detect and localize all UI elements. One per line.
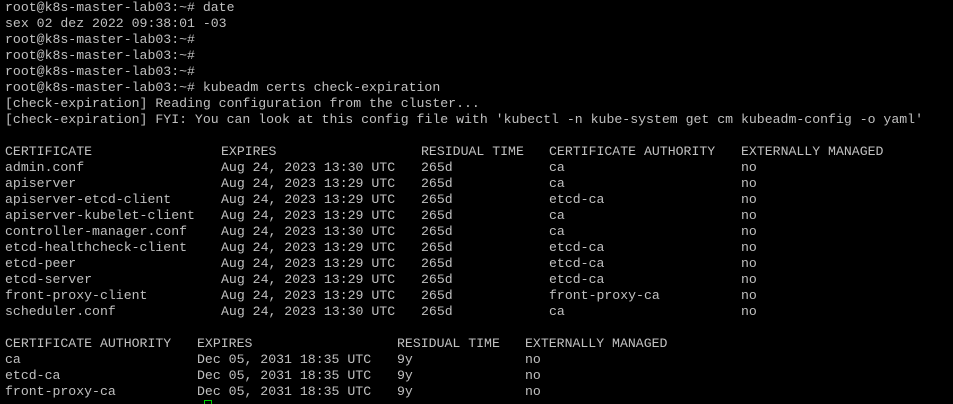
certificates-table-cell: no xyxy=(741,176,757,191)
authorities-table-cell: Dec 05, 2031 18:35 UTC xyxy=(197,384,372,399)
table-row: apiserver-etcd-client Aug 24, 2023 13:29 … xyxy=(0,192,953,208)
table-row: apiserver Aug 24, 2023 13:29 UTC 265d ca no xyxy=(0,176,953,192)
certificates-table-cell: CERTIFICATE AUTHORITY xyxy=(549,144,716,159)
table-row: front-proxy-client Aug 24, 2023 13:29 UTC… xyxy=(0,288,953,304)
certificates-table-cell: etcd-healthcheck-client xyxy=(5,240,188,255)
certificates-table-cell: EXPIRES xyxy=(221,144,277,159)
authorities-table-cell: 9y xyxy=(397,384,413,399)
certificates-table-cell: etcd-ca xyxy=(549,272,605,287)
certificates-table-cell: admin.conf xyxy=(5,160,85,175)
certificates-table-cell: Aug 24, 2023 13:29 UTC xyxy=(221,176,396,191)
certificates-table-cell: etcd-server xyxy=(5,272,93,287)
authorities-table-cell: EXTERNALLY MANAGED xyxy=(525,336,668,351)
table-row: controller-manager.conf Aug 24, 2023 13:3… xyxy=(0,224,953,240)
certificates-table-cell: etcd-ca xyxy=(549,192,605,207)
certificates-table-cell: Aug 24, 2023 13:29 UTC xyxy=(221,256,396,271)
certificates-table-cell: apiserver-etcd-client xyxy=(5,192,172,207)
certificates-table-cell: RESIDUAL TIME xyxy=(421,144,524,159)
terminal-window[interactable]: root@k8s-master-lab03:~# date sex 02 dez… xyxy=(0,0,953,404)
certificates-table-cell: no xyxy=(741,288,757,303)
certificates-table-cell: controller-manager.conf xyxy=(5,224,188,239)
certificates-table-cell: front-proxy-ca xyxy=(549,288,660,303)
certificates-table-cell: apiserver xyxy=(5,176,77,191)
certificates-table-cell: Aug 24, 2023 13:30 UTC xyxy=(221,304,396,319)
certificates-table-cell: Aug 24, 2023 13:29 UTC xyxy=(221,288,396,303)
certificates-table-cell: Aug 24, 2023 13:29 UTC xyxy=(221,240,396,255)
certificates-table-cell: front-proxy-client xyxy=(5,288,148,303)
certificates-table-cell: ca xyxy=(549,208,565,223)
table-row: etcd-healthcheck-client Aug 24, 2023 13:2… xyxy=(0,240,953,256)
certificates-table-cell: Aug 24, 2023 13:29 UTC xyxy=(221,192,396,207)
certificates-table-cell: 265d xyxy=(421,240,453,255)
certificates-table-cell: etcd-peer xyxy=(5,256,77,271)
certificates-table-cell: no xyxy=(741,272,757,287)
certificates-table-cell: scheduler.conf xyxy=(5,304,116,319)
terminal-line-prompt: root@k8s-master-lab03:~# xyxy=(5,64,195,79)
certificates-table-cell: no xyxy=(741,304,757,319)
certificates-table-cell: apiserver-kubelet-client xyxy=(5,208,195,223)
terminal-line-info: [check-expiration] Reading configuration… xyxy=(5,96,480,111)
certificates-table-cell: 265d xyxy=(421,272,453,287)
table-row: admin.conf Aug 24, 2023 13:30 UTC 265d ca no xyxy=(0,160,953,176)
table-row: apiserver-kubelet-client Aug 24, 2023 13:… xyxy=(0,208,953,224)
certificates-table-cell: no xyxy=(741,208,757,223)
certificates-table-cell: ca xyxy=(549,304,565,319)
certificates-table-cell: ca xyxy=(549,160,565,175)
authorities-table-header-row: CERTIFICATE AUTHORITY EXPIRES RESIDUAL TIM… xyxy=(0,336,953,352)
certificates-table-cell: 265d xyxy=(421,192,453,207)
certificates-table-cell: EXTERNALLY MANAGED xyxy=(741,144,884,159)
certificates-table-cell: ca xyxy=(549,224,565,239)
table-row: scheduler.conf Aug 24, 2023 13:30 UTC 265d… xyxy=(0,304,953,320)
authorities-table-cell: Dec 05, 2031 18:35 UTC xyxy=(197,352,372,367)
certificates-table-cell: no xyxy=(741,160,757,175)
certificates-table-cell: 265d xyxy=(421,256,453,271)
certificates-table-cell: no xyxy=(741,240,757,255)
terminal-cursor xyxy=(204,400,212,404)
table-row: ca Dec 05, 2031 18:35 UTC 9y no xyxy=(0,352,953,368)
authorities-table-cell: ca xyxy=(5,352,21,367)
authorities-table-cell: no xyxy=(525,352,541,367)
authorities-table-cell: RESIDUAL TIME xyxy=(397,336,500,351)
authorities-table-cell: front-proxy-ca xyxy=(5,384,116,399)
certificates-table-cell: 265d xyxy=(421,224,453,239)
terminal-line-prompt-kubeadm: root@k8s-master-lab03:~# kubeadm certs c… xyxy=(5,80,441,95)
table-row: front-proxy-ca Dec 05, 2031 18:35 UTC 9y no xyxy=(0,384,953,400)
certificates-table-cell: etcd-ca xyxy=(549,240,605,255)
certificates-table-cell: 265d xyxy=(421,304,453,319)
certificates-table-cell: no xyxy=(741,224,757,239)
certificates-table-cell: 265d xyxy=(421,176,453,191)
authorities-table-cell: no xyxy=(525,384,541,399)
terminal-line-info: [check-expiration] FYI: You can look at … xyxy=(5,112,923,127)
authorities-table-cell: 9y xyxy=(397,352,413,367)
table-row: etcd-server Aug 24, 2023 13:29 UTC 265d etc… xyxy=(0,272,953,288)
certificates-table-cell: 265d xyxy=(421,160,453,175)
terminal-line-prompt: root@k8s-master-lab03:~# xyxy=(5,48,195,63)
table-row: etcd-peer Aug 24, 2023 13:29 UTC 265d etcd-… xyxy=(0,256,953,272)
authorities-table-cell: etcd-ca xyxy=(5,368,61,383)
certificates-table-cell: Aug 24, 2023 13:29 UTC xyxy=(221,272,396,287)
certificates-table-cell: CERTIFICATE xyxy=(5,144,93,159)
certificates-table-header-row: CERTIFICATE EXPIRES RESIDUAL TIME CERTIFICA… xyxy=(0,144,953,160)
terminal-line-prompt: root@k8s-master-lab03:~# xyxy=(5,32,195,47)
authorities-table-cell: EXPIRES xyxy=(197,336,253,351)
certificates-table-cell: ca xyxy=(549,176,565,191)
terminal-line-date-output: sex 02 dez 2022 09:38:01 -03 xyxy=(5,16,227,31)
certificates-table-cell: 265d xyxy=(421,288,453,303)
authorities-table-cell: CERTIFICATE AUTHORITY xyxy=(5,336,172,351)
certificates-table-cell: Aug 24, 2023 13:29 UTC xyxy=(221,208,396,223)
terminal-line-prompt-date: root@k8s-master-lab03:~# date xyxy=(5,0,235,15)
certificates-table-cell: Aug 24, 2023 13:30 UTC xyxy=(221,160,396,175)
certificates-table-cell: no xyxy=(741,256,757,271)
certificates-table-cell: Aug 24, 2023 13:30 UTC xyxy=(221,224,396,239)
authorities-table-cell: 9y xyxy=(397,368,413,383)
authorities-table-cell: no xyxy=(525,368,541,383)
certificates-table-cell: etcd-ca xyxy=(549,256,605,271)
certificates-table-cell: no xyxy=(741,192,757,207)
certificates-table-cell: 265d xyxy=(421,208,453,223)
table-row: etcd-ca Dec 05, 2031 18:35 UTC 9y no xyxy=(0,368,953,384)
authorities-table-cell: Dec 05, 2031 18:35 UTC xyxy=(197,368,372,383)
